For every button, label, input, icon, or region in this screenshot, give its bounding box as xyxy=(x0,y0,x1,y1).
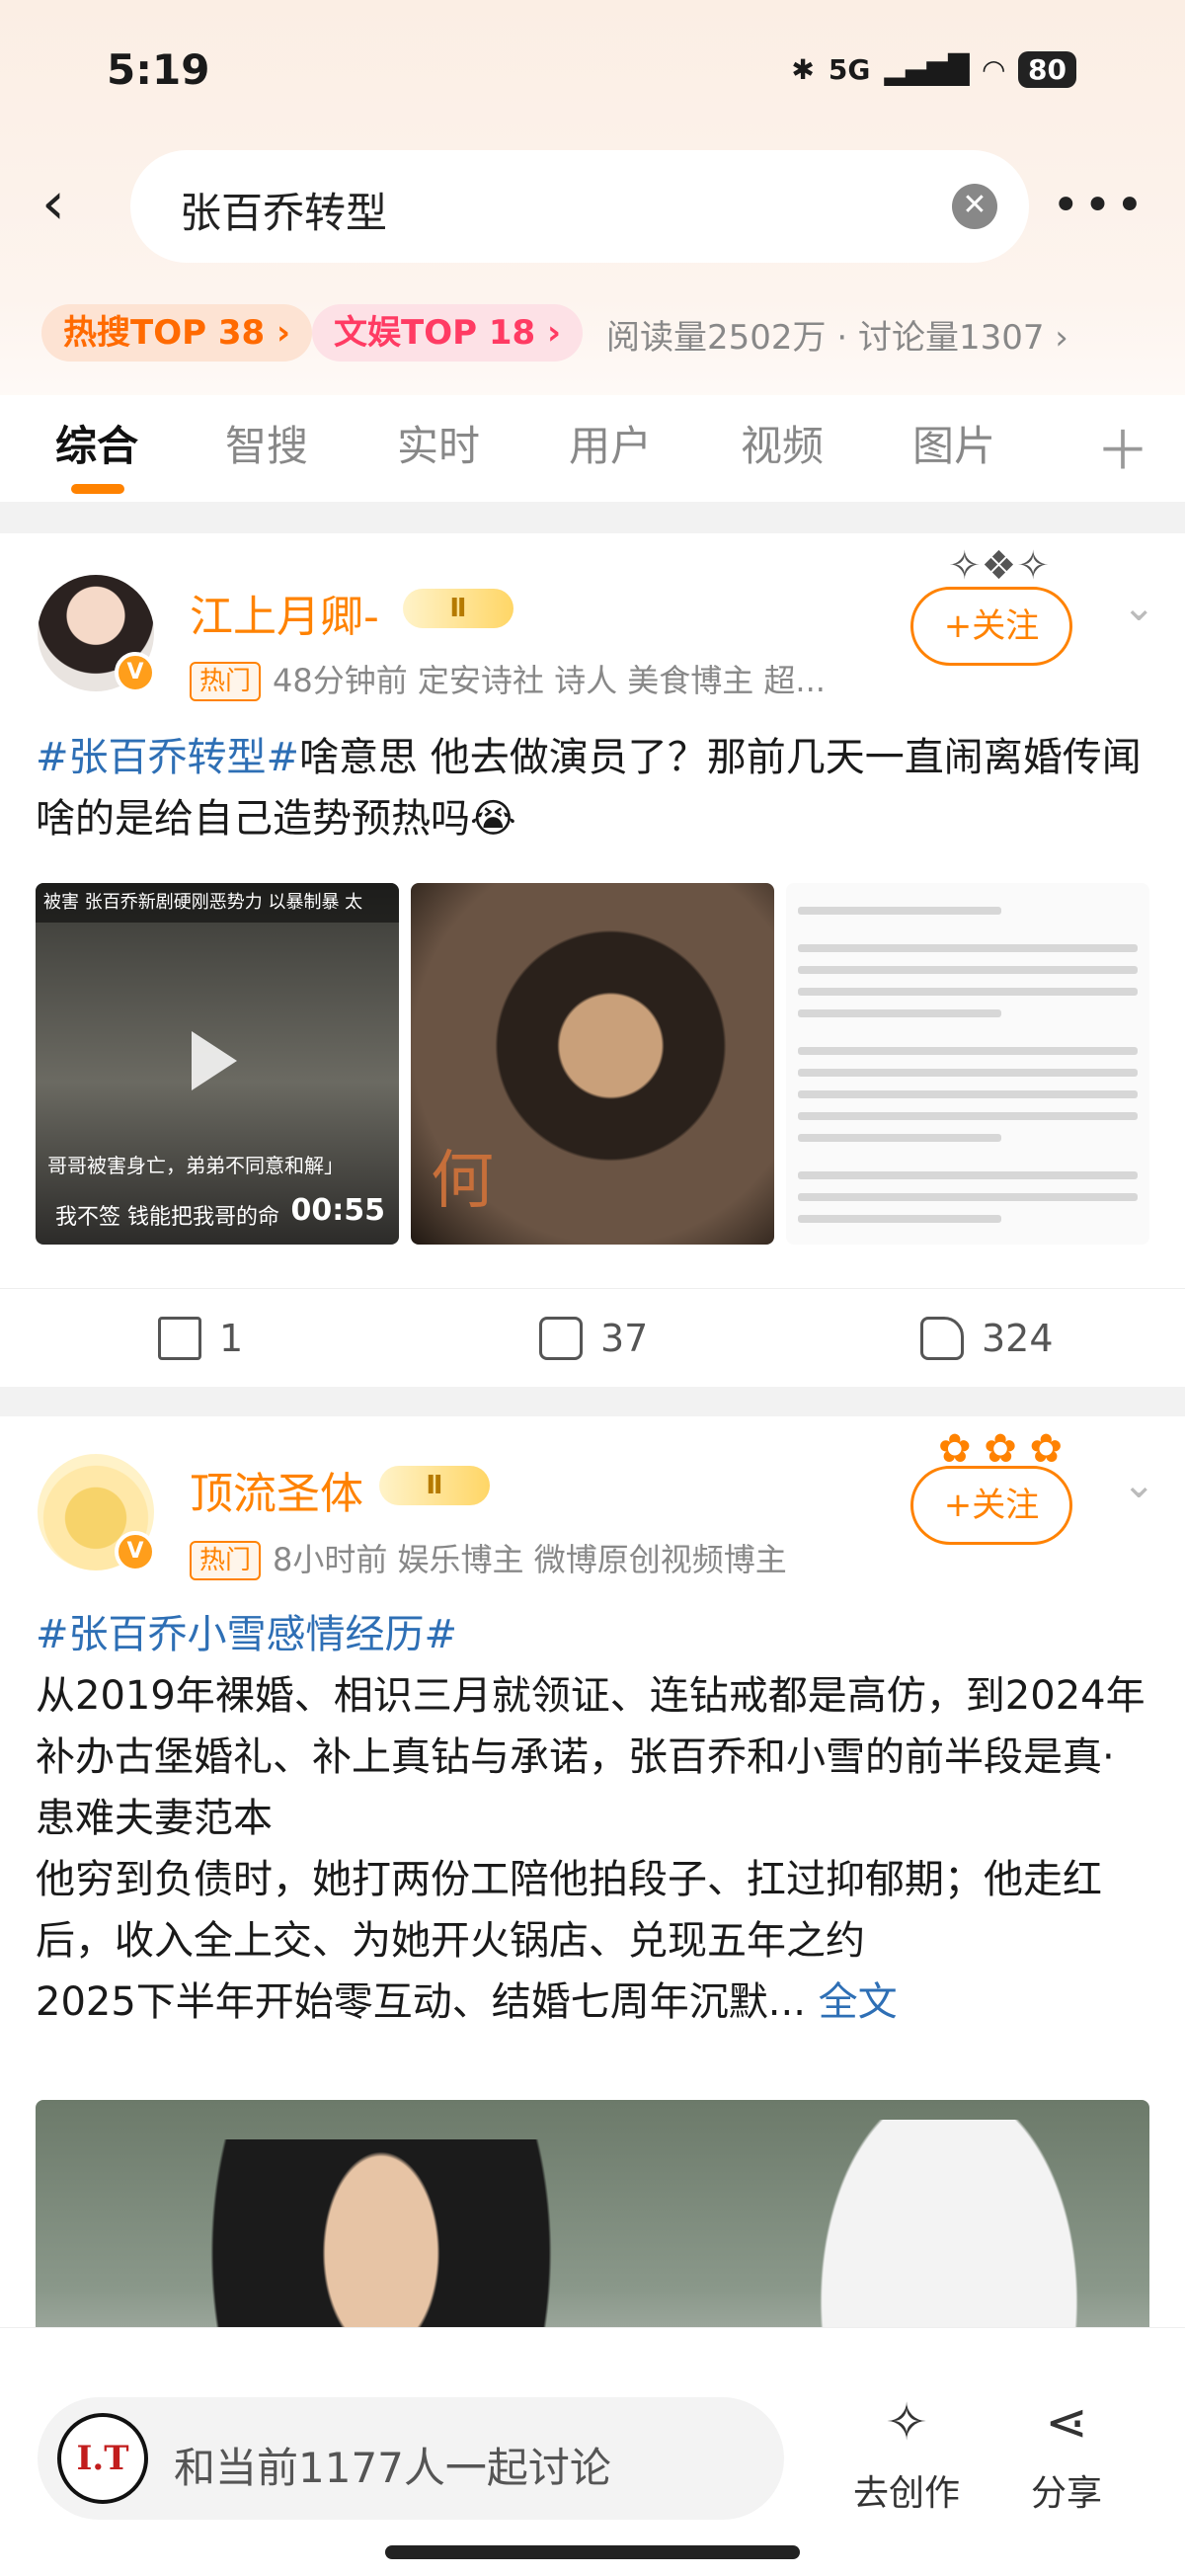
share-nodes-icon: ⋖ xyxy=(1045,2393,1088,2453)
comment-count: 37 xyxy=(600,1317,649,1360)
verified-badge-icon: V xyxy=(115,652,156,693)
topic-stats[interactable]: 阅读量2502万 · 讨论量1307 › xyxy=(606,310,1068,359)
video-caption: 被害 张百乔新剧硬刚恶势力 以暴制暴 太 xyxy=(36,883,399,923)
status-icons: ✱ 5G ▂▄▆█ ◠ 80 xyxy=(791,51,1076,88)
create-label: 去创作 xyxy=(852,2473,960,2514)
username[interactable]: 顶流圣体 xyxy=(190,1458,363,1521)
share-action[interactable]: 1 xyxy=(158,1317,243,1360)
post-card: ✧❖✧ V 江上月卿- Ⅱ 热门 48分钟前 定安诗社 诗人 美食博主 超... … xyxy=(0,533,1185,1387)
follow-button[interactable]: +关注 xyxy=(910,1466,1072,1545)
create-sparkle-icon: ✧ xyxy=(885,2393,928,2453)
screenshot-text-lines xyxy=(798,893,1138,1245)
search-tabs: 综合 智搜 实时 用户 视频 图片 ＋ xyxy=(0,395,1185,502)
hot-search-chip[interactable]: 热搜TOP 38 › xyxy=(41,304,313,362)
like-count: 324 xyxy=(982,1317,1054,1360)
topic-tags: 热搜TOP 38 › 文娱TOP 18 › 阅读量2502万 · 讨论量1307… xyxy=(0,296,1185,365)
level-badge: Ⅱ xyxy=(403,589,514,628)
post-meta: 热门 8小时前 娱乐博主 微博原创视频博主 xyxy=(190,1535,787,1580)
bluetooth-icon: ✱ xyxy=(791,53,815,86)
image-grid: 被害 张百乔新剧硬刚恶势力 以暴制暴 太 哥哥被害身亡，弟弟不同意和解」 我不签… xyxy=(36,883,1149,1245)
follow-button[interactable]: +关注 xyxy=(910,587,1072,666)
entertainment-chip[interactable]: 文娱TOP 18 › xyxy=(312,304,584,362)
post-paragraph: 他穷到负债时，她打两份工陪他拍段子、扛过抑郁期；他走红后，收入全上交、为她开火锅… xyxy=(36,1857,1102,1964)
battery-badge: 80 xyxy=(1018,51,1076,88)
more-dots-icon[interactable]: ••• xyxy=(1052,178,1147,233)
back-arrow-icon[interactable]: ‹ xyxy=(41,174,91,233)
home-indicator xyxy=(385,2545,800,2559)
topic-logo: I.T xyxy=(57,2413,148,2504)
video-duration: 00:55 xyxy=(290,1193,386,1228)
post-actions: 1 37 324 xyxy=(0,1288,1185,1387)
share-button[interactable]: ⋖ 分享 xyxy=(997,2391,1136,2516)
tab-images[interactable]: 图片 xyxy=(912,413,995,473)
full-text-link[interactable]: 全文 xyxy=(819,1979,898,2025)
verified-badge-icon: V xyxy=(115,1531,156,1572)
status-bar: 5:19 ✱ 5G ▂▄▆█ ◠ 80 xyxy=(0,0,1185,148)
post-meta-text: 8小时前 娱乐博主 微博原创视频博主 xyxy=(273,1541,787,1578)
status-time: 5:19 xyxy=(107,45,210,94)
search-query: 张百乔转型 xyxy=(180,189,388,237)
discussion-placeholder: 和当前1177人一起讨论 xyxy=(174,2444,611,2492)
clear-search-icon[interactable]: ✕ xyxy=(952,184,997,229)
video-subtitle-2: 我不签 钱能把我哥的命 xyxy=(55,1205,279,1230)
wifi-icon: ◠ xyxy=(983,53,1005,86)
hot-tag: 热门 xyxy=(190,662,262,701)
tab-videos[interactable]: 视频 xyxy=(741,413,824,473)
search-row: ‹ 张百乔转型 ✕ ••• xyxy=(0,148,1185,267)
like-action[interactable]: 324 xyxy=(920,1317,1054,1360)
share-label: 分享 xyxy=(1030,2473,1102,2514)
post-text: #张百乔转型#啥意思 他去做演员了？那前几天一直闹离婚传闻啥的是给自己造势预热吗… xyxy=(36,727,1151,849)
thumbs-up-icon xyxy=(920,1317,964,1360)
username[interactable]: 江上月卿- xyxy=(190,581,379,644)
share-icon xyxy=(158,1317,201,1360)
add-tab-icon[interactable]: ＋ xyxy=(1096,407,1149,485)
hashtag-link[interactable]: #张百乔小雪感情经历# xyxy=(36,1612,457,1657)
drama-poster-image[interactable]: 何 xyxy=(411,883,774,1245)
avatar-pendant-decoration: ✧❖✧ xyxy=(948,543,1050,589)
post-meta-text: 48分钟前 定安诗社 诗人 美食博主 超... xyxy=(273,662,826,699)
post-text: #张百乔小雪感情经历# 从2019年裸婚、相识三月就领证、连钻戒都是高仿，到20… xyxy=(36,1604,1151,2033)
text-screenshot-image[interactable] xyxy=(786,883,1149,1245)
signal-icon: ▂▄▆█ xyxy=(884,53,970,86)
active-tab-indicator xyxy=(71,484,124,494)
share-count: 1 xyxy=(219,1317,244,1360)
chevron-down-icon[interactable]: ⌄ xyxy=(1122,1462,1155,1507)
video-subtitle: 哥哥被害身亡，弟弟不同意和解」 xyxy=(47,1154,344,1177)
poster-title: 何 xyxy=(431,1145,494,1218)
comment-icon xyxy=(539,1317,583,1360)
tab-smart-search[interactable]: 智搜 xyxy=(225,413,308,473)
network-label: 5G xyxy=(828,53,871,86)
bottom-bar: I.T 和当前1177人一起讨论 ✧ 去创作 ⋖ 分享 xyxy=(0,2327,1185,2576)
hashtag-link[interactable]: #张百乔转型# xyxy=(36,735,299,780)
post-paragraph: 2025下半年开始零互动、结婚七周年沉默... xyxy=(36,1979,806,2025)
tab-users[interactable]: 用户 xyxy=(569,413,652,473)
video-thumbnail[interactable]: 被害 张百乔新剧硬刚恶势力 以暴制暴 太 哥哥被害身亡，弟弟不同意和解」 我不签… xyxy=(36,883,399,1245)
discussion-input[interactable]: I.T 和当前1177人一起讨论 xyxy=(38,2397,784,2520)
comment-action[interactable]: 37 xyxy=(539,1317,648,1360)
create-button[interactable]: ✧ 去创作 xyxy=(837,2391,976,2516)
search-input[interactable]: 张百乔转型 ✕ xyxy=(130,150,1029,263)
tab-realtime[interactable]: 实时 xyxy=(397,413,480,473)
tab-comprehensive[interactable]: 综合 xyxy=(55,413,138,473)
level-badge: Ⅱ xyxy=(379,1466,490,1505)
post-paragraph: 从2019年裸婚、相识三月就领证、连钻戒都是高仿，到2024年补办古堡婚礼、补上… xyxy=(36,1673,1146,1841)
chevron-down-icon[interactable]: ⌄ xyxy=(1122,585,1155,630)
hot-tag: 热门 xyxy=(190,1541,262,1580)
post-meta: 热门 48分钟前 定安诗社 诗人 美食博主 超... xyxy=(190,656,826,701)
play-icon[interactable] xyxy=(192,1031,237,1090)
